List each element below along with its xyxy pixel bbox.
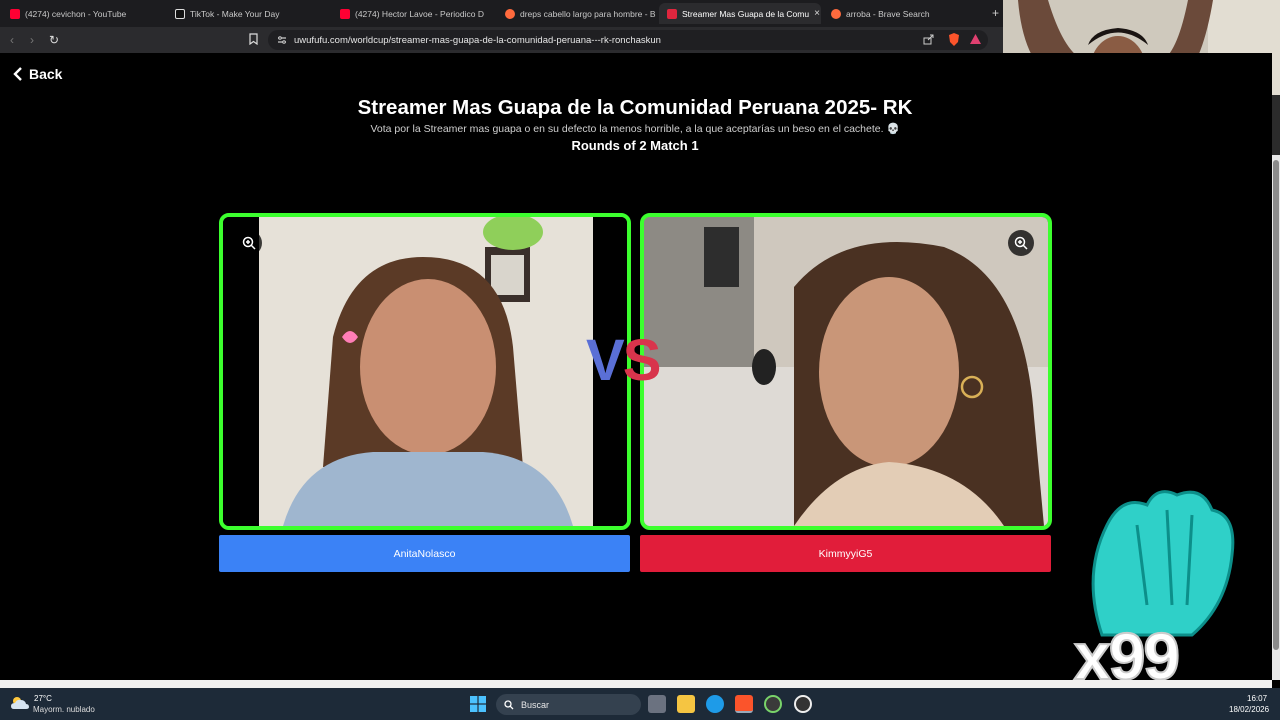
brave-search-icon bbox=[505, 8, 515, 19]
candidate-left-name: AnitaNolasco bbox=[393, 547, 456, 560]
candidate-left-image bbox=[223, 217, 627, 526]
candidate-right-image bbox=[644, 217, 1048, 526]
candidate-right-name: KimmyyiG5 bbox=[818, 547, 873, 560]
windows-start-icon[interactable] bbox=[470, 696, 486, 712]
close-tab-icon[interactable]: × bbox=[814, 8, 820, 19]
zoom-in-icon bbox=[1014, 236, 1028, 250]
candidate-card-left[interactable] bbox=[219, 213, 631, 530]
edge-icon[interactable] bbox=[706, 695, 724, 713]
tab-tiktok[interactable]: TikTok - Make Your Day bbox=[167, 3, 332, 24]
bookmark-icon[interactable] bbox=[249, 33, 258, 48]
tab-youtube-cevichon[interactable]: (4274) cevichon - YouTube bbox=[2, 3, 167, 24]
task-view-icon[interactable] bbox=[648, 695, 666, 713]
round-indicator: Rounds of 2 Match 1 bbox=[571, 138, 699, 153]
share-icon[interactable] bbox=[923, 34, 934, 48]
zoom-in-icon bbox=[242, 236, 256, 250]
browser-toolbar: ‹ › ↻ uwufufu.com/worldcup/streamer-mas-… bbox=[0, 27, 1003, 53]
brave-search-icon bbox=[831, 8, 841, 19]
vertical-scrollbar[interactable] bbox=[1272, 155, 1280, 680]
clock-time[interactable]: 16:07 bbox=[1247, 694, 1267, 703]
site-info-icon[interactable] bbox=[277, 35, 287, 48]
uwufufu-icon bbox=[667, 8, 677, 19]
taskbar-search[interactable]: Buscar bbox=[496, 694, 641, 715]
tab-brave-search-dreps[interactable]: dreps cabello largo para hombre - B bbox=[497, 3, 657, 24]
weather-cloud-icon bbox=[10, 695, 30, 711]
tab-title: (4274) cevichon - YouTube bbox=[25, 8, 127, 19]
tab-title: (4274) Hector Lavoe - Periodico D bbox=[355, 8, 484, 19]
reload-icon[interactable]: ↻ bbox=[49, 33, 59, 47]
vote-left-button[interactable]: AnitaNolasco bbox=[219, 535, 630, 572]
weather-temp[interactable]: 27°C bbox=[34, 694, 52, 703]
tab-title: dreps cabello largo para hombre - B bbox=[520, 8, 656, 19]
tab-title: arroba - Brave Search bbox=[846, 8, 930, 19]
vote-right-button[interactable]: KimmyyiG5 bbox=[640, 535, 1051, 572]
url-text: uwufufu.com/worldcup/streamer-mas-guapa-… bbox=[294, 34, 661, 46]
brave-shields-icon[interactable] bbox=[948, 33, 960, 49]
xbox-icon[interactable] bbox=[764, 695, 782, 713]
tab-brave-search-arroba[interactable]: arroba - Brave Search bbox=[823, 3, 983, 24]
taskbar: 27°C Mayorm. nublado Buscar 16:07 18/02/… bbox=[0, 688, 1280, 720]
back-label: Back bbox=[29, 66, 63, 82]
tab-uwufufu-active[interactable]: Streamer Mas Guapa de la Comu × bbox=[659, 3, 821, 24]
forward-arrow-icon[interactable]: › bbox=[30, 33, 34, 47]
brave-browser-icon[interactable] bbox=[735, 695, 753, 713]
vertical-scroll-thumb[interactable] bbox=[1273, 160, 1279, 650]
youtube-icon bbox=[10, 8, 20, 19]
obs-icon[interactable] bbox=[794, 695, 812, 713]
clap-emote-overlay: x99 bbox=[1062, 485, 1252, 690]
clock-date[interactable]: 18/02/2026 bbox=[1229, 705, 1269, 714]
versus-v: V bbox=[586, 328, 625, 393]
back-arrow-icon[interactable]: ‹ bbox=[10, 33, 14, 47]
search-placeholder: Buscar bbox=[521, 699, 550, 710]
tab-title: Streamer Mas Guapa de la Comu bbox=[682, 8, 810, 19]
brave-rewards-icon[interactable] bbox=[970, 34, 981, 47]
horizontal-scrollbar[interactable] bbox=[0, 680, 1272, 688]
tab-title: TikTok - Make Your Day bbox=[190, 8, 280, 19]
youtube-icon bbox=[340, 8, 350, 19]
search-icon bbox=[504, 699, 514, 709]
back-button[interactable]: Back bbox=[13, 66, 62, 82]
chevron-left-icon bbox=[13, 67, 22, 81]
page-content: Back Streamer Mas Guapa de la Comunidad … bbox=[0, 53, 1272, 690]
versus-s: S bbox=[622, 328, 662, 393]
zoom-left-button[interactable] bbox=[236, 230, 262, 256]
zoom-right-button[interactable] bbox=[1008, 230, 1034, 256]
tab-youtube-hector-lavoe[interactable]: (4274) Hector Lavoe - Periodico D bbox=[332, 3, 497, 24]
new-tab-button[interactable]: + bbox=[992, 6, 999, 20]
tab-strip: (4274) cevichon - YouTube TikTok - Make … bbox=[0, 0, 1003, 27]
weather-desc: Mayorm. nublado bbox=[33, 705, 95, 714]
file-explorer-icon[interactable] bbox=[677, 695, 695, 713]
page-title: Streamer Mas Guapa de la Comunidad Perua… bbox=[357, 96, 913, 119]
versus-label: VS bbox=[586, 332, 661, 390]
page-subtitle: Vota por la Streamer mas guapa o en su d… bbox=[370, 123, 900, 135]
candidate-card-right[interactable] bbox=[640, 213, 1052, 530]
tiktok-icon bbox=[175, 8, 185, 19]
address-bar[interactable]: uwufufu.com/worldcup/streamer-mas-guapa-… bbox=[268, 30, 988, 50]
